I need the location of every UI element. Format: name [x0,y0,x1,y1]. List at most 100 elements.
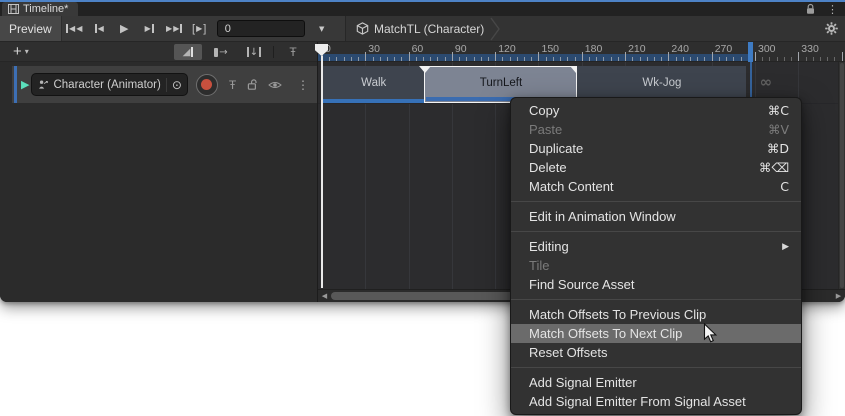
ruler-tick [423,57,424,61]
record-button[interactable] [196,74,218,96]
next-frame-button[interactable]: ▶ [137,16,162,41]
track-pin-icon[interactable]: Ŧ [229,79,236,91]
ruler-tick [495,52,496,61]
clip-label: Walk [323,66,424,99]
ruler-tick [502,57,503,61]
menu-item-label: Edit in Animation Window [529,209,676,224]
ruler-tick [611,57,612,61]
ruler-tick [618,57,619,61]
menu-item-editing[interactable]: Editing▶ [511,237,801,256]
menu-item-label: Duplicate [529,141,583,156]
track-options-icon[interactable]: ⋮ [297,78,309,92]
menu-item-duplicate[interactable]: Duplicate⌘D [511,139,801,158]
scroll-right-icon[interactable]: ▶ [833,290,844,302]
tab-timeline[interactable]: Timeline* [2,2,78,16]
goto-start-button[interactable]: ◀◀ [62,16,87,41]
ruler-tick [575,57,576,61]
ruler-tick [582,52,583,61]
ruler-tick [365,52,366,61]
lock-icon[interactable] [805,3,816,15]
menu-item-shortcut: C [780,179,789,194]
menu-item-label: Delete [529,160,567,175]
time-ruler[interactable]: 0306090120150180210240270300330360 [318,42,845,62]
curves-view-toggle[interactable]: ◢ [174,44,202,60]
ruler-label: 60 [412,43,424,55]
ruler-tick [647,57,648,61]
ruler-tick [741,57,742,61]
ruler-tick [524,57,525,61]
ripple-mode-button[interactable]: ↓ [240,44,268,60]
object-picker-icon[interactable]: ⊙ [172,79,182,91]
transport-row: Preview ◀◀ ◀ ▶ ▶ ▶▶ [▶] 0 ▼ [0,16,845,42]
play-range-button[interactable]: [▶] [187,16,212,41]
scroll-left-icon[interactable]: ◀ [319,290,330,302]
ruler-tick [806,57,807,61]
ruler-label: 90 [455,43,467,55]
timeline-window-icon [8,4,19,14]
ruler-tick [488,57,489,61]
ruler-tick [798,52,799,61]
menu-item-match-offsets-to-previous-clip[interactable]: Match Offsets To Previous Clip [511,305,801,324]
vertical-scrollbar[interactable] [838,62,845,289]
frame-counter-input[interactable]: 0 [217,20,305,37]
window-menu-icon[interactable]: ⋮ [827,4,838,15]
add-track-button[interactable]: + ▾ [13,44,29,59]
timeline-options-dropdown[interactable]: ▼ [309,16,335,41]
preview-button[interactable]: Preview [0,16,62,41]
ruler-tick [481,57,482,61]
ruler-tick [336,57,337,61]
clip-label: TurnLeft [425,67,576,98]
menu-item-label: Find Source Asset [529,277,635,292]
ruler-tick [842,52,843,61]
play-button[interactable]: ▶ [112,16,137,41]
eye-icon[interactable] [268,80,282,90]
menu-item-reset-offsets[interactable]: Reset Offsets [511,343,801,362]
menu-item-delete[interactable]: Delete⌘⌫ [511,158,801,177]
menu-item-add-signal-emitter[interactable]: Add Signal Emitter [511,373,801,392]
mouse-cursor [703,323,718,344]
blend-marker-icon[interactable] [419,66,431,73]
menu-item-label: Match Content [529,179,614,194]
menu-item-label: Paste [529,122,562,137]
ruler-label: 210 [628,43,646,55]
submenu-arrow-icon: ▶ [782,242,789,252]
menu-item-match-offsets-to-next-clip[interactable]: Match Offsets To Next Clip [511,324,801,343]
ruler-tick [640,57,641,61]
breadcrumb-chevron-icon [490,17,501,41]
ruler-tick [784,57,785,61]
tab-title: Timeline* [23,3,68,15]
marker-track-toggle[interactable]: Ŧ [279,44,307,60]
animation-track-icon: ▶ [21,78,29,91]
clip-walk[interactable]: Walk [323,66,424,103]
ruler-label: 120 [498,43,516,55]
menu-item-tile: Tile [511,256,801,275]
ruler-duration-band [318,54,751,61]
menu-item-label: Match Offsets To Next Clip [529,326,682,341]
mix-mode-button[interactable]: → [207,44,235,60]
animator-binding-field[interactable]: Character (Animator) ⊙ [31,73,187,96]
settings-gear-icon[interactable] [825,22,838,35]
ruler-tick [560,57,561,61]
ruler-label: 270 [715,43,733,55]
vertical-scrollbar-thumb[interactable] [840,63,844,288]
goto-end-button[interactable]: ▶▶ [162,16,187,41]
menu-item-match-content[interactable]: Match Content C [511,177,801,196]
pin-icon: Ŧ [289,46,296,58]
breadcrumb[interactable]: MatchTL (Character) [356,16,484,41]
ruler-tick [531,57,532,61]
ruler-tick [401,57,402,61]
ruler-tick [452,52,453,61]
ruler-tick [380,57,381,61]
lock-open-icon[interactable] [246,78,258,91]
menu-item-shortcut: ⌘V [768,122,789,137]
ruler-tick [632,57,633,61]
timeline-end-marker[interactable] [748,42,753,62]
ruler-tick [589,57,590,61]
menu-item-copy[interactable]: Copy⌘C [511,101,801,120]
menu-item-find-source-asset[interactable]: Find Source Asset [511,275,801,294]
previous-frame-button[interactable]: ◀ [87,16,112,41]
menu-item-edit-in-animation-window[interactable]: Edit in Animation Window [511,207,801,226]
track-header-character[interactable]: ▶ Character (Animator) ⊙ Ŧ [12,66,317,103]
menu-item-add-signal-emitter-from-signal-asset[interactable]: Add Signal Emitter From Signal Asset [511,392,801,411]
ruler-tick [791,57,792,61]
